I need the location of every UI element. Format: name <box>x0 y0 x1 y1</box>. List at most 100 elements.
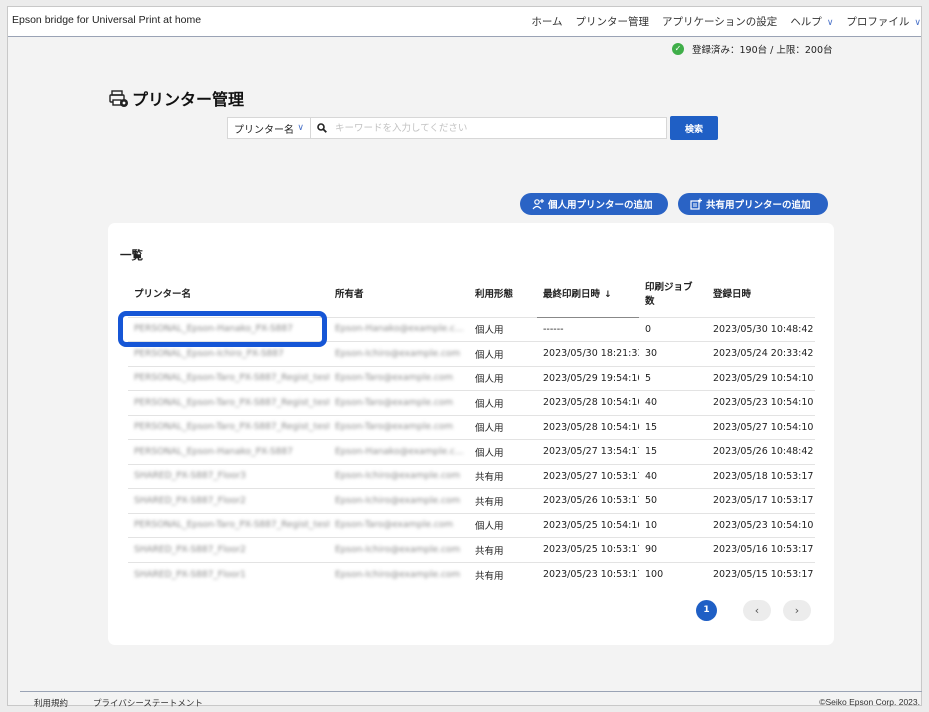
table-row[interactable]: PERSONAL_Epson-Taro_PX-S887_Regist_test E… <box>128 512 815 538</box>
sort-down-icon: ↓ <box>604 290 612 301</box>
cell-printer-name[interactable]: PERSONAL_Epson-Taro_PX-S887_Regist_test <box>128 512 329 538</box>
table-row[interactable]: PERSONAL_Epson-Taro_PX-S887_Regist_test3… <box>128 390 815 415</box>
nav-profile-menu[interactable]: プロファイル ∨ <box>846 14 921 29</box>
nav-help-menu[interactable]: ヘルプ ∨ <box>790 14 833 29</box>
cell-usage: 個人用 <box>469 341 537 366</box>
search-icon <box>317 123 327 133</box>
cell-owner: Epson-Taro@example.com <box>329 414 469 440</box>
table-row[interactable]: SHARED_PX-S887_Floor3 Epson-Ichiro@exampl… <box>128 463 815 489</box>
app-title: Epson bridge for Universal Print at home <box>12 14 202 26</box>
cell-registered: 2023/05/17 10:53:17 <box>707 488 815 513</box>
cell-jobs: 100 <box>639 561 707 587</box>
cell-owner: Epson-Hanako@example.c... <box>329 316 469 342</box>
cell-jobs: 50 <box>639 488 707 513</box>
table-row[interactable]: SHARED_PX-S887_Floor2 Epson-Ichiro@exampl… <box>128 537 815 562</box>
check-circle-icon: ✓ <box>672 43 684 55</box>
cell-registered: 2023/05/26 10:48:42 <box>707 439 815 464</box>
nav-home[interactable]: ホーム <box>531 14 562 29</box>
cell-usage: 個人用 <box>469 512 537 538</box>
cell-printer-name[interactable]: SHARED_PX-S887_Floor3 <box>128 463 329 489</box>
cell-jobs: 30 <box>639 341 707 366</box>
printer-settings-icon <box>109 90 128 107</box>
cell-jobs: 40 <box>639 463 707 489</box>
column-header-last-print[interactable]: 最終印刷日時 ↓ <box>537 270 639 318</box>
cell-registered: 2023/05/29 10:54:10 <box>707 365 815 391</box>
page-1-button[interactable]: 1 <box>696 600 717 621</box>
search-field-select-value: プリンター名 <box>234 124 294 136</box>
table-row[interactable]: PERSONAL_Epson-Taro_PX-S887_Regist_test4… <box>128 365 815 391</box>
search-button[interactable]: 検索 <box>670 116 718 140</box>
cell-jobs: 10 <box>639 512 707 538</box>
cell-usage: 個人用 <box>469 316 537 342</box>
cell-printer-name[interactable]: PERSONAL_Epson-Taro_PX-S887_Regist_test4 <box>128 365 329 391</box>
cell-last-print: 2023/05/25 10:53:17 <box>537 537 639 562</box>
cell-registered: 2023/05/16 10:53:17 <box>707 537 815 562</box>
search-input[interactable] <box>333 121 657 135</box>
top-navigation-bar: Epson bridge for Universal Print at home… <box>8 7 921 37</box>
cell-registered: 2023/05/23 10:54:10 <box>707 512 815 538</box>
nav-app-settings[interactable]: アプリケーションの設定 <box>662 14 777 29</box>
cell-last-print: 2023/05/26 10:53:17 <box>537 488 639 513</box>
printer-list-card: 一覧 プリンター名 所有者 利用形態 最終印刷日時 ↓ 印刷ジョブ数 登録日時 P… <box>108 223 834 645</box>
table-row[interactable]: SHARED_PX-S887_Floor2 Epson-Ichiro@exampl… <box>128 488 815 513</box>
add-shared-printer-icon <box>690 198 702 210</box>
column-header-registered[interactable]: 登録日時 <box>707 270 815 317</box>
search-field-select[interactable]: プリンター名 ∨ <box>227 117 311 139</box>
next-page-button[interactable]: › <box>783 600 811 621</box>
cell-usage: 個人用 <box>469 390 537 415</box>
cell-printer-name[interactable]: PERSONAL_Epson-Hanako_PX-S887 <box>128 439 329 464</box>
cell-owner: Epson-Ichiro@example.com <box>329 488 469 513</box>
cell-usage: 共有用 <box>469 537 537 562</box>
cell-registered: 2023/05/23 10:54:10 <box>707 390 815 415</box>
cell-printer-name[interactable]: PERSONAL_Epson-Taro_PX-S887_Regist_test2 <box>128 414 329 440</box>
cell-last-print: 2023/05/27 10:53:17 <box>537 463 639 489</box>
column-header-printer-name[interactable]: プリンター名 <box>128 270 329 317</box>
cell-last-print: 2023/05/27 13:54:17 <box>537 439 639 464</box>
cell-last-print: 2023/05/25 10:54:10 <box>537 512 639 538</box>
cell-usage: 共有用 <box>469 463 537 489</box>
cell-owner: Epson-Ichiro@example.com <box>329 537 469 562</box>
chevron-down-icon: ∨ <box>826 18 834 28</box>
page-heading: プリンター管理 <box>109 86 244 110</box>
cell-usage: 個人用 <box>469 365 537 391</box>
cell-last-print: 2023/05/28 10:54:10 <box>537 414 639 440</box>
add-personal-printer-button[interactable]: 個人用プリンターの追加 <box>520 193 668 215</box>
footer-terms-link[interactable]: 利用規約 <box>34 697 68 709</box>
cell-jobs: 15 <box>639 439 707 464</box>
column-header-last-print-label: 最終印刷日時 <box>543 289 601 301</box>
table-row[interactable]: PERSONAL_Epson-Taro_PX-S887_Regist_test2… <box>128 414 815 440</box>
table-row[interactable]: PERSONAL_Epson-Hanako_PX-S887 Epson-Hanak… <box>128 439 815 464</box>
column-header-jobs[interactable]: 印刷ジョブ数 <box>639 270 707 317</box>
cell-owner: Epson-Hanako@example.c... <box>329 439 469 464</box>
cell-owner: Epson-Taro@example.com <box>329 512 469 538</box>
highlight-annotation <box>118 311 327 347</box>
nav-links: ホーム プリンター管理 アプリケーションの設定 ヘルプ ∨ プロファイル ∨ <box>518 14 921 29</box>
cell-registered: 2023/05/18 10:53:17 <box>707 463 815 489</box>
add-shared-printer-button[interactable]: 共有用プリンターの追加 <box>678 193 828 215</box>
cell-last-print: 2023/05/28 10:54:10 <box>537 390 639 415</box>
cell-printer-name[interactable]: SHARED_PX-S887_Floor1 <box>128 561 329 587</box>
nav-profile-label: プロファイル <box>846 16 910 28</box>
column-header-owner[interactable]: 所有者 <box>329 270 469 317</box>
footer-privacy-link[interactable]: プライバシーステートメント <box>93 697 203 709</box>
cell-last-print: ------ <box>537 316 639 342</box>
cell-usage: 個人用 <box>469 439 537 464</box>
cell-printer-name[interactable]: SHARED_PX-S887_Floor2 <box>128 537 329 562</box>
cell-printer-name[interactable]: SHARED_PX-S887_Floor2 <box>128 488 329 513</box>
cell-usage: 共有用 <box>469 488 537 513</box>
search-bar: プリンター名 ∨ 検索 <box>227 116 718 140</box>
cell-printer-name[interactable]: PERSONAL_Epson-Taro_PX-S887_Regist_test3 <box>128 390 329 415</box>
cell-usage: 個人用 <box>469 414 537 440</box>
cell-owner: Epson-Ichiro@example.com <box>329 341 469 366</box>
nav-printer-management[interactable]: プリンター管理 <box>576 14 650 29</box>
table-header-row: プリンター名 所有者 利用形態 最終印刷日時 ↓ 印刷ジョブ数 登録日時 <box>128 270 815 318</box>
table-row[interactable]: SHARED_PX-S887_Floor1 Epson-Ichiro@exampl… <box>128 561 815 587</box>
cell-owner: Epson-Taro@example.com <box>329 390 469 415</box>
chevron-down-icon: ∨ <box>297 123 304 133</box>
search-input-wrapper <box>311 117 667 139</box>
column-header-usage[interactable]: 利用形態 <box>469 270 537 317</box>
previous-page-button[interactable]: ‹ <box>743 600 771 621</box>
list-title: 一覧 <box>120 248 143 262</box>
cell-registered: 2023/05/24 20:33:42 <box>707 341 815 366</box>
nav-help-label: ヘルプ <box>790 16 822 28</box>
